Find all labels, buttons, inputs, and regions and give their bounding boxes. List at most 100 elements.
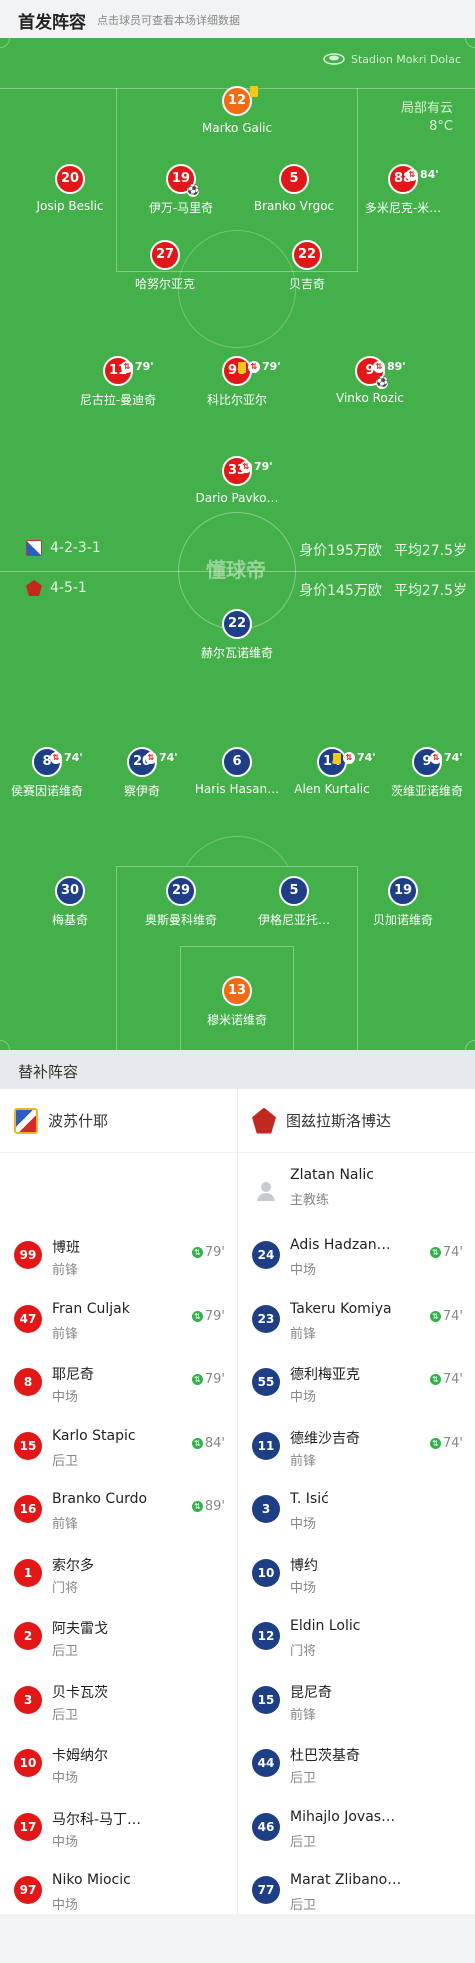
- player-name: 尼古拉-曼迪奇: [79, 393, 157, 407]
- substitute-number: 24: [252, 1241, 280, 1269]
- substitute-number: 23: [252, 1304, 280, 1333]
- home-player[interactable]: 12 Marko Galic: [172, 86, 302, 135]
- home-substitute-row[interactable]: 16 Branko Curdo 前锋 ⇅ 89': [0, 1477, 237, 1540]
- substitution-on-info: ⇅ 79': [191, 1245, 225, 1260]
- substitute-name: Karlo Stapic: [52, 1427, 136, 1444]
- substitute-number: 8: [14, 1368, 42, 1396]
- away-substitute-row[interactable]: 24 Adis Hadzan… 中场 ⇅ 74': [238, 1223, 475, 1286]
- player-number: 19: [388, 876, 418, 906]
- substitution-off-icon: ⇅: [248, 361, 260, 373]
- substitute-name: T. Isić: [290, 1491, 329, 1507]
- substitute-name: Fran Culjak: [52, 1300, 130, 1317]
- lineup-title: 首发阵容: [18, 13, 86, 33]
- substitute-position: 中场: [52, 1834, 79, 1850]
- substitution-on-icon: ⇅: [429, 1310, 441, 1322]
- lineup-hint: 点击球员可查看本场详细数据: [97, 14, 240, 27]
- away-player[interactable]: 29 奥斯曼科维奇: [116, 876, 246, 928]
- away-substitute-row[interactable]: 55 德利梅亚克 中场 ⇅ 74': [238, 1350, 475, 1413]
- substitution-on-icon: ⇅: [429, 1437, 441, 1449]
- substitute-position: 中场: [52, 1898, 79, 1913]
- away-player[interactable]: 9 ⇅ 74' 茨维亚诺维奇: [362, 747, 475, 799]
- home-substitute-row[interactable]: 47 Fran Culjak 前锋 ⇅ 79': [0, 1287, 237, 1350]
- substitute-number: 3: [14, 1685, 42, 1714]
- home-player[interactable]: 11 ⇅ 79' 尼古拉-曼迪奇: [53, 356, 183, 408]
- substitute-position: 后卫: [290, 1834, 317, 1850]
- away-formation: 4-5-1: [26, 580, 87, 596]
- home-player[interactable]: 22 贝吉奇: [242, 240, 372, 292]
- substitution-minute: 79': [135, 360, 154, 373]
- substitute-name: 博约: [290, 1557, 318, 1574]
- away-crest-icon: [26, 580, 42, 596]
- substitute-number: 10: [14, 1749, 42, 1777]
- home-substitute-row[interactable]: 2 阿夫雷戈 后卫: [0, 1604, 237, 1667]
- home-player[interactable]: 96 ⇅ 79' 科比尔亚尔: [172, 356, 302, 408]
- player-name: Dario Pavko…: [195, 491, 279, 505]
- home-substitute-row[interactable]: 10 卡姆纳尔 中场: [0, 1731, 237, 1794]
- player-number: 8 ⇅ 74': [32, 747, 83, 777]
- substitute-position: 后卫: [52, 1453, 79, 1469]
- player-number: 27: [150, 240, 180, 270]
- substitute-number: 16: [14, 1495, 42, 1523]
- away-substitute-row[interactable]: 44 杜巴茨基奇 后卫: [238, 1731, 475, 1794]
- player-name: 奥斯曼科维奇: [144, 913, 217, 927]
- away-team-age: 平均27.5岁: [393, 583, 467, 599]
- substitution-on-icon: ⇅: [191, 1437, 203, 1449]
- home-player[interactable]: 33 ⇅ 79' Dario Pavko…: [172, 456, 302, 505]
- away-player[interactable]: 22 赫尔瓦诺维奇: [172, 609, 302, 661]
- coach-avatar-icon: [257, 1182, 275, 1201]
- substitution-on-info: ⇅ 79': [191, 1309, 225, 1324]
- substitution-off-icon: ⇅: [121, 361, 133, 373]
- away-substitute-row[interactable]: 15 昆尼奇 前锋: [238, 1668, 475, 1731]
- home-player[interactable]: 19 ⚽ 伊万-马里奇: [116, 164, 246, 216]
- away-player[interactable]: 13 穆米诺维奇: [172, 976, 302, 1028]
- away-substitute-row[interactable]: 3 T. Isić 中场: [238, 1477, 475, 1540]
- substitute-number: 15: [14, 1431, 42, 1460]
- substitute-number: 3: [252, 1495, 280, 1523]
- yellow-card-icon: [333, 752, 341, 764]
- home-player[interactable]: 88 ⇅ 84' 多米尼克-米…: [338, 164, 468, 216]
- player-number: 5: [279, 164, 309, 194]
- home-team-header[interactable]: 波苏什耶: [0, 1089, 237, 1153]
- pitch-watermark-logo: 懂球帝: [206, 558, 266, 582]
- home-player[interactable]: 9 ⚽ ⇅ 89' Vinko Rozic: [305, 356, 435, 405]
- substitution-info: ⇅ 79': [121, 354, 154, 380]
- home-substitute-row[interactable]: 15 Karlo Stapic 后卫 ⇅ 84': [0, 1414, 237, 1477]
- home-player[interactable]: 27 哈努尔亚克: [100, 240, 230, 292]
- substitutes-title: 替补阵容: [18, 1063, 79, 1081]
- substitution-minute: 89': [204, 1499, 225, 1514]
- home-substitute-row[interactable]: 1 索尔多 门将: [0, 1541, 237, 1604]
- player-number: 19 ⚽: [166, 164, 199, 197]
- away-substitute-row[interactable]: 10 博约 中场: [238, 1541, 475, 1604]
- away-substitute-row[interactable]: 12 Eldin Lolic 门将: [238, 1604, 475, 1667]
- home-substitute-row[interactable]: 97 Niko Miocic 中场: [0, 1858, 237, 1921]
- away-player[interactable]: 19 贝加诺维奇: [338, 876, 468, 928]
- substitute-position: 中场: [52, 1771, 79, 1786]
- away-substitute-row[interactable]: 46 Mihajlo Jovas… 后卫: [238, 1795, 475, 1858]
- home-substitute-row[interactable]: 99 博班 前锋 ⇅ 79': [0, 1223, 237, 1286]
- substitute-name: 德利梅亚克: [290, 1367, 360, 1383]
- away-substitute-row[interactable]: 77 Marat Zlibano… 后卫: [238, 1858, 475, 1921]
- home-substitute-row[interactable]: 3 贝卡瓦茨 后卫: [0, 1668, 237, 1731]
- substitute-number: 97: [14, 1876, 42, 1904]
- substitution-on-info: ⇅ 84': [191, 1436, 225, 1451]
- player-name: 多米尼克-米…: [364, 201, 442, 215]
- substitution-off-icon: ⇅: [343, 752, 355, 764]
- player-number: 30: [55, 876, 85, 906]
- bench-section: 波苏什耶 图兹拉斯洛博达 Zlatan Nalic 主教练 99 博班 前锋 ⇅ 79'…: [0, 1089, 475, 1914]
- coach-role: 主教练: [290, 1193, 330, 1208]
- coach-row[interactable]: Zlatan Nalic 主教练: [238, 1153, 475, 1223]
- away-substitute-row[interactable]: 11 德维沙吉奇 前锋 ⇅ 74': [238, 1414, 475, 1477]
- substitute-position: 中场: [290, 1517, 317, 1532]
- substitute-name: Mihajlo Jovas…: [290, 1808, 396, 1825]
- home-substitute-row[interactable]: 17 马尔科-马丁… 中场: [0, 1795, 237, 1858]
- substitution-off-icon: ⇅: [373, 361, 385, 373]
- player-number: 33 ⇅ 79': [222, 456, 273, 486]
- substitute-number: 15: [252, 1685, 280, 1714]
- substitute-name: 博班: [52, 1240, 80, 1256]
- away-team-header[interactable]: 图兹拉斯洛博达: [238, 1089, 475, 1153]
- player-name: 贝加诺维奇: [372, 913, 433, 927]
- home-team-stats: 身价195万欧 平均27.5岁: [299, 540, 467, 560]
- home-substitute-row[interactable]: 8 耶尼奇 中场 ⇅ 79': [0, 1350, 237, 1413]
- away-substitute-row[interactable]: 23 Takeru Komiya 前锋 ⇅ 74': [238, 1287, 475, 1350]
- substitute-name: Branko Curdo: [52, 1491, 148, 1507]
